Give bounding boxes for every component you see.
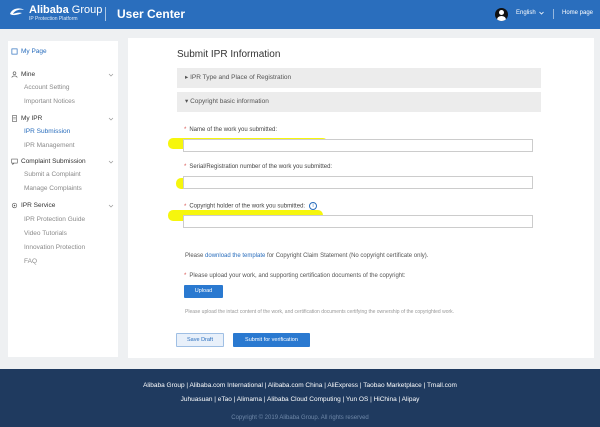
upload-button[interactable]: Upload <box>184 285 223 298</box>
logo-wordmark: Alibaba <box>29 4 69 16</box>
section-title: Copyright basic information <box>190 98 269 105</box>
sidebar-item-important-notices[interactable]: Important Notices <box>24 98 75 105</box>
language-selector[interactable]: English <box>516 10 544 16</box>
footer-copyright: Copyright © 2019 Alibaba Group. All righ… <box>231 415 369 421</box>
copyright-holder-input[interactable] <box>183 215 533 228</box>
complaint-icon <box>11 158 18 165</box>
footer: Alibaba Group | Alibaba.com Internationa… <box>0 369 600 427</box>
upload-label-text: Please upload your work, and supporting … <box>189 273 406 279</box>
required-asterisk: * <box>184 273 187 279</box>
sidebar-item-video-tutorials[interactable]: Video Tutorials <box>24 230 67 237</box>
sidebar-item-my-page[interactable]: My Page <box>11 48 121 55</box>
header-divider <box>105 7 106 21</box>
template-note: Please download the template for Copyrig… <box>185 253 428 259</box>
section-ipr-type[interactable]: ▸ IPR Type and Place of Registration <box>177 68 541 88</box>
template-note-pre: Please <box>185 253 206 259</box>
sidebar-group-label: My IPR <box>21 115 43 122</box>
chevron-down-icon <box>108 204 114 208</box>
document-icon <box>12 115 17 122</box>
sidebar-item-account-setting[interactable]: Account Setting <box>24 84 70 91</box>
alibaba-logo[interactable]: Alibaba Group IP Protection Platform <box>8 4 102 22</box>
sidebar-group-mine[interactable]: Mine <box>11 71 121 78</box>
sidebar: My Page Mine Account Setting Important N… <box>8 41 118 357</box>
sidebar-group-label: Complaint Submission <box>21 158 86 165</box>
upload-note: Please upload the intact content of the … <box>185 309 455 315</box>
chevron-down-icon <box>108 73 114 77</box>
sidebar-item-ipr-submission[interactable]: IPR Submission <box>24 128 70 135</box>
page-header-title: User Center <box>117 7 186 21</box>
section-title: IPR Type and Place of Registration <box>190 74 292 81</box>
gear-icon <box>11 202 18 209</box>
work-name-input[interactable] <box>183 139 533 152</box>
work-name-label: * Name of the work you submitted: <box>184 127 277 133</box>
user-icon <box>11 71 18 78</box>
required-asterisk: * <box>184 127 187 133</box>
sidebar-item-ipr-management[interactable]: IPR Management <box>24 142 75 149</box>
sidebar-item-submit-complaint[interactable]: Submit a Complaint <box>24 171 81 178</box>
main-panel: Submit IPR Information ▸ IPR Type and Pl… <box>128 38 594 358</box>
sidebar-group-label: IPR Service <box>21 202 56 209</box>
upload-label: * Please upload your work, and supporting… <box>184 273 405 279</box>
sidebar-item-innovation-protection[interactable]: Innovation Protection <box>24 244 85 251</box>
copyright-holder-label: * Copyright holder of the work you submit… <box>184 202 318 210</box>
sidebar-group-my-ipr[interactable]: My IPR <box>11 115 121 122</box>
home-page-link[interactable]: Home page <box>562 10 593 16</box>
submit-button[interactable]: Submit for verification <box>233 333 310 347</box>
registration-number-input[interactable] <box>183 176 533 189</box>
section-copyright-basic[interactable]: ▾ Copyright basic information <box>177 92 541 112</box>
footer-links-row1[interactable]: Alibaba Group | Alibaba.com Internationa… <box>0 382 600 389</box>
sidebar-item-label: My Page <box>21 48 47 55</box>
top-header: Alibaba Group IP Protection Platform Use… <box>0 0 600 29</box>
language-label: English <box>516 10 536 16</box>
logo-wordmark-group: Group <box>68 4 103 16</box>
chevron-right-icon: ▸ <box>185 74 189 81</box>
sidebar-group-complaint-submission[interactable]: Complaint Submission <box>11 158 121 165</box>
chevron-down-icon <box>108 117 114 121</box>
copyright-holder-label-text: Copyright holder of the work you submitt… <box>189 203 306 210</box>
sidebar-group-label: Mine <box>21 71 36 78</box>
info-icon[interactable]: i <box>309 202 318 210</box>
header-separator <box>553 9 554 19</box>
chevron-down-icon <box>108 160 114 164</box>
download-template-link[interactable]: download the template <box>205 253 265 259</box>
page-title: Submit IPR Information <box>177 49 281 60</box>
sidebar-item-ipr-protection-guide[interactable]: IPR Protection Guide <box>24 216 85 223</box>
logo-subtitle: IP Protection Platform <box>29 16 78 22</box>
home-icon <box>11 48 18 55</box>
alibaba-logo-icon <box>10 8 24 16</box>
registration-number-label: * Serial/Registration number of the work … <box>184 164 332 170</box>
user-avatar[interactable] <box>495 8 508 21</box>
save-draft-button[interactable]: Save Draft <box>176 333 224 347</box>
sidebar-group-ipr-service[interactable]: IPR Service <box>11 202 121 209</box>
chevron-down-icon <box>538 11 544 15</box>
sidebar-item-manage-complaints[interactable]: Manage Complaints <box>24 185 82 192</box>
work-name-label-text: Name of the work you submitted: <box>189 127 278 133</box>
registration-number-label-text: Serial/Registration number of the work y… <box>189 164 333 170</box>
chevron-down-icon: ▾ <box>185 98 189 105</box>
template-note-post: for Copyright Claim Statement (No copyri… <box>265 253 429 259</box>
footer-links-row2[interactable]: Juhuasuan | eTao | Alimama | Alibaba Clo… <box>0 396 600 403</box>
required-asterisk: * <box>184 164 187 170</box>
required-asterisk: * <box>184 203 187 210</box>
sidebar-item-faq[interactable]: FAQ <box>24 258 37 265</box>
